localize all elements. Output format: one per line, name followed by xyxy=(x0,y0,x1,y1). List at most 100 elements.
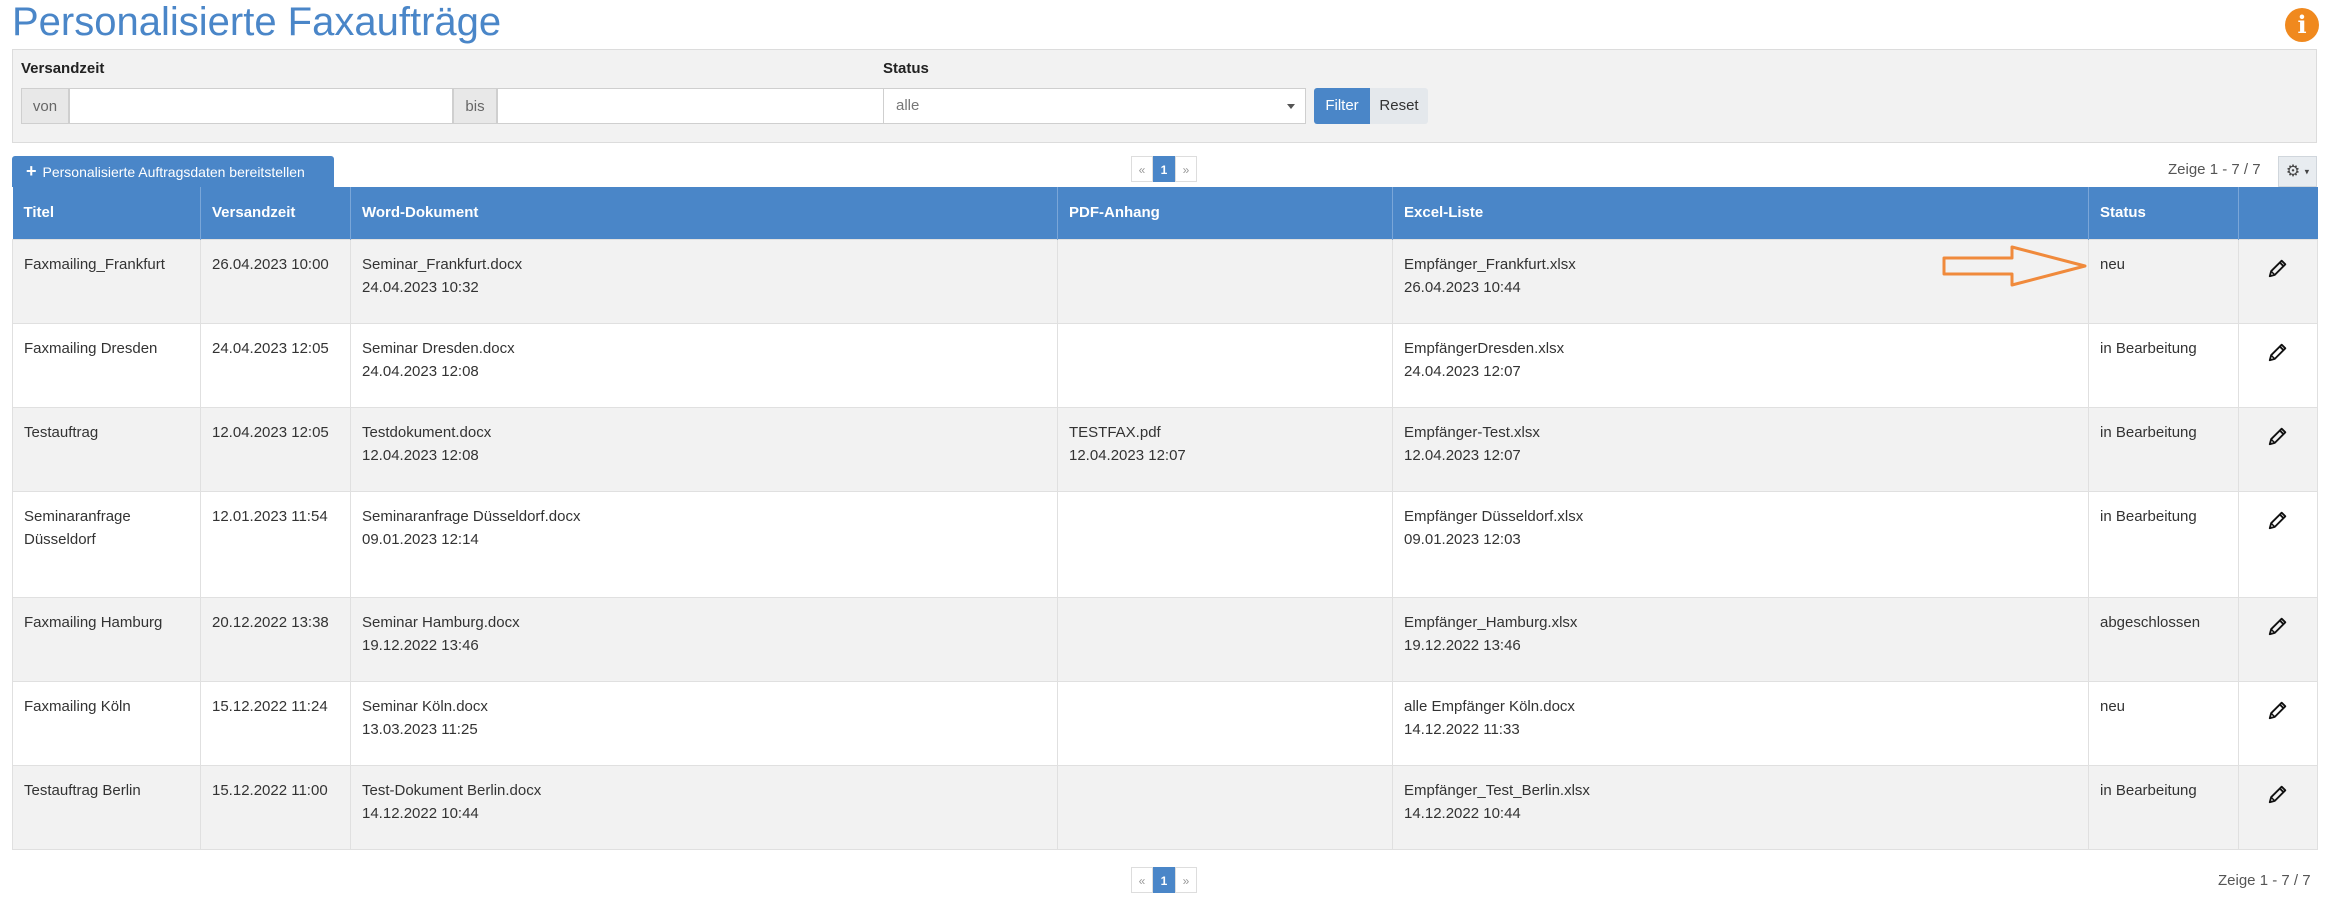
cell-pdf-anhang: TESTFAX.pdf 12.04.2023 12:07 xyxy=(1057,406,1393,492)
status-text: neu xyxy=(2100,255,2126,273)
header-titel[interactable]: Titel xyxy=(12,187,201,239)
table-row[interactable]: Testauftrag 12.04.2023 12:05 Testdokument.… xyxy=(12,406,2318,492)
word-file-name[interactable]: Test-Dokument Berlin.docx xyxy=(362,779,1046,802)
status-text: in Bearbeitung xyxy=(2100,339,2197,357)
cell-excel-liste: Empfänger-Test.xlsx 12.04.2023 12:07 xyxy=(1392,406,2089,492)
reset-button[interactable]: Reset xyxy=(1370,88,1428,124)
status-text: in Bearbeitung xyxy=(2100,423,2197,441)
cell-titel: Faxmailing Köln xyxy=(12,680,201,766)
excel-file-name[interactable]: alle Empfänger Köln.docx xyxy=(1404,695,2077,718)
versandzeit-text: 12.01.2023 11:54 xyxy=(212,507,328,525)
versandzeit-text: 15.12.2022 11:00 xyxy=(212,781,328,799)
cell-excel-liste: alle Empfänger Köln.docx 14.12.2022 11:33 xyxy=(1392,680,2089,766)
excel-file-date: 09.01.2023 12:03 xyxy=(1404,530,1521,548)
word-file-date: 24.04.2023 10:32 xyxy=(362,278,479,296)
word-file-date: 09.01.2023 12:14 xyxy=(362,530,479,548)
word-file-name[interactable]: Seminar_Frankfurt.docx xyxy=(362,253,1046,276)
arrow-annotation xyxy=(1942,245,2087,287)
page-title: Personalisierte Faxaufträge xyxy=(12,0,502,44)
filter-button[interactable]: Filter xyxy=(1314,88,1370,124)
pencil-icon[interactable] xyxy=(2267,615,2289,637)
header-word-dokument[interactable]: Word-Dokument xyxy=(350,187,1058,239)
cell-status: neu xyxy=(2088,680,2239,766)
cell-actions xyxy=(2238,490,2318,598)
cell-word-dokument: Seminar_Frankfurt.docx 24.04.2023 10:32 xyxy=(350,238,1058,324)
cell-word-dokument: Testdokument.docx 12.04.2023 12:08 xyxy=(350,406,1058,492)
table-row[interactable]: Seminaranfrage Düsseldorf 12.01.2023 11:5… xyxy=(12,490,2318,598)
caret-down-icon: ▾ xyxy=(2304,166,2310,177)
excel-file-name[interactable]: Empfänger Düsseldorf.xlsx xyxy=(1404,505,2077,528)
excel-file-name[interactable]: Empfänger_Hamburg.xlsx xyxy=(1404,611,2077,634)
cell-word-dokument: Seminar Dresden.docx 24.04.2023 12:08 xyxy=(350,322,1058,408)
titel-text: Faxmailing Hamburg xyxy=(24,613,163,631)
gear-icon: ⚙ xyxy=(2285,163,2301,180)
bis-input[interactable] xyxy=(497,88,885,124)
excel-file-name[interactable]: Empfänger-Test.xlsx xyxy=(1404,421,2077,444)
status-select[interactable]: alle xyxy=(883,88,1306,124)
pencil-icon[interactable] xyxy=(2267,699,2289,721)
cell-pdf-anhang xyxy=(1057,322,1393,408)
pencil-icon[interactable] xyxy=(2267,509,2289,531)
excel-file-date: 24.04.2023 12:07 xyxy=(1404,362,1521,380)
filter-panel: Versandzeit von bis Status alle Filter R… xyxy=(12,49,2317,143)
chevron-down-icon xyxy=(1287,104,1295,109)
pager-next[interactable]: » xyxy=(1175,867,1197,893)
table-row[interactable]: Faxmailing Hamburg 20.12.2022 13:38 Semina… xyxy=(12,596,2318,682)
versandzeit-text: 24.04.2023 12:05 xyxy=(212,339,329,357)
cell-titel: Testauftrag xyxy=(12,406,201,492)
word-file-name[interactable]: Seminaranfrage Düsseldorf.docx xyxy=(362,505,1046,528)
pencil-icon[interactable] xyxy=(2267,425,2289,447)
table-row[interactable]: Testauftrag Berlin 15.12.2022 11:00 Test-D… xyxy=(12,764,2318,850)
cell-titel: Seminaranfrage Düsseldorf xyxy=(12,490,201,598)
word-file-name[interactable]: Seminar Köln.docx xyxy=(362,695,1046,718)
versandzeit-label: Versandzeit xyxy=(21,60,105,77)
cell-word-dokument: Seminar Köln.docx 13.03.2023 11:25 xyxy=(350,680,1058,766)
info-icon[interactable]: i xyxy=(2285,8,2319,42)
plus-icon: + xyxy=(26,161,37,181)
word-file-name[interactable]: Seminar Hamburg.docx xyxy=(362,611,1046,634)
pager-page-1[interactable]: 1 xyxy=(1153,867,1175,893)
versandzeit-text: 26.04.2023 10:00 xyxy=(212,255,329,273)
pager-next[interactable]: » xyxy=(1175,156,1197,182)
table-row[interactable]: Faxmailing Dresden 24.04.2023 12:05 Semina… xyxy=(12,322,2318,408)
cell-titel: Faxmailing Hamburg xyxy=(12,596,201,682)
cell-word-dokument: Seminaranfrage Düsseldorf.docx 09.01.2023… xyxy=(350,490,1058,598)
titel-text: Seminaranfrage Düsseldorf xyxy=(24,507,131,548)
header-versandzeit[interactable]: Versandzeit xyxy=(200,187,351,239)
versandzeit-text: 20.12.2022 13:38 xyxy=(212,613,329,631)
column-settings-button[interactable]: ⚙ ▾ xyxy=(2278,156,2317,187)
table-row[interactable]: Faxmailing Köln 15.12.2022 11:24 Seminar K… xyxy=(12,680,2318,766)
pager-page-1[interactable]: 1 xyxy=(1153,156,1175,182)
header-actions xyxy=(2238,187,2318,239)
pencil-icon[interactable] xyxy=(2267,341,2289,363)
status-text: in Bearbeitung xyxy=(2100,781,2197,799)
pager-prev[interactable]: « xyxy=(1131,156,1153,182)
pencil-icon[interactable] xyxy=(2267,783,2289,805)
cell-titel: Testauftrag Berlin xyxy=(12,764,201,850)
von-input[interactable] xyxy=(69,88,453,124)
header-pdf-anhang[interactable]: PDF-Anhang xyxy=(1057,187,1393,239)
pencil-icon[interactable] xyxy=(2267,257,2289,279)
pagination-bottom: « 1 » xyxy=(1131,867,1197,893)
versandzeit-text: 12.04.2023 12:05 xyxy=(212,423,329,441)
pager-prev[interactable]: « xyxy=(1131,867,1153,893)
cell-word-dokument: Seminar Hamburg.docx 19.12.2022 13:46 xyxy=(350,596,1058,682)
word-file-name[interactable]: Testdokument.docx xyxy=(362,421,1046,444)
cell-titel: Faxmailing Dresden xyxy=(12,322,201,408)
versandzeit-text: 15.12.2022 11:24 xyxy=(212,697,328,715)
word-file-date: 14.12.2022 10:44 xyxy=(362,804,479,822)
status-text: in Bearbeitung xyxy=(2100,507,2197,525)
add-order-data-button[interactable]: + Personalisierte Auftragsdaten bereitste… xyxy=(12,156,334,187)
status-select-value: alle xyxy=(896,97,920,114)
cell-excel-liste: Empfänger_Test_Berlin.xlsx 14.12.2022 10:… xyxy=(1392,764,2089,850)
excel-file-name[interactable]: Empfänger_Test_Berlin.xlsx xyxy=(1404,779,2077,802)
pdf-file-name[interactable]: TESTFAX.pdf xyxy=(1069,421,1381,444)
excel-file-name[interactable]: EmpfängerDresden.xlsx xyxy=(1404,337,2077,360)
header-excel-liste[interactable]: Excel-Liste xyxy=(1392,187,2089,239)
cell-pdf-anhang xyxy=(1057,596,1393,682)
cell-versandzeit: 24.04.2023 12:05 xyxy=(200,322,351,408)
word-file-name[interactable]: Seminar Dresden.docx xyxy=(362,337,1046,360)
cell-status: abgeschlossen xyxy=(2088,596,2239,682)
cell-actions xyxy=(2238,596,2318,682)
header-status[interactable]: Status xyxy=(2088,187,2239,239)
